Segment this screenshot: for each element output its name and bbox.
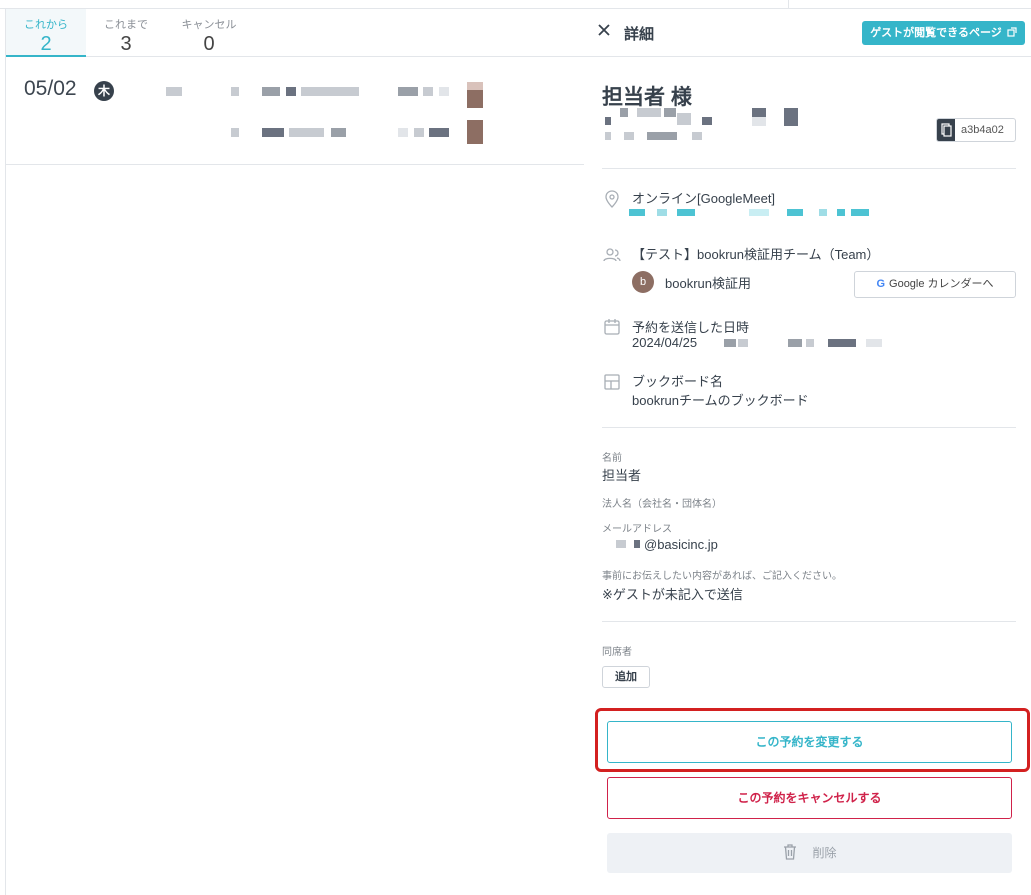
- delete-booking-button[interactable]: 削除: [607, 833, 1012, 873]
- message-value: ※ゲストが未記入で送信: [602, 587, 743, 602]
- change-booking-button[interactable]: この予約を変更する: [607, 721, 1012, 763]
- team-icon: [603, 248, 621, 262]
- tab-upcoming[interactable]: これから 2: [6, 9, 86, 57]
- guest-page-button-label: ゲストが閲覧できるページ: [870, 27, 1002, 39]
- weekday-badge: 木: [94, 81, 114, 101]
- add-attendee-button[interactable]: 追加: [602, 666, 650, 688]
- detail-title: 詳細: [624, 26, 655, 43]
- booking-id: a3b4a02: [961, 124, 1004, 136]
- obscured-reservation-details: [166, 82, 483, 144]
- obscured-email-user: [616, 540, 640, 548]
- tab-cancelled-count: 0: [203, 33, 215, 55]
- detail-header: 詳細 ゲストが閲覧できるページ: [584, 9, 1031, 57]
- copy-icon[interactable]: [937, 119, 955, 141]
- tab-past-label: これまで: [104, 19, 148, 31]
- divider: [602, 168, 1016, 169]
- company-label: 法人名（会社名・団体名）: [602, 499, 722, 510]
- name-label: 名前: [602, 453, 622, 464]
- google-calendar-button[interactable]: G Google カレンダーへ: [854, 271, 1016, 298]
- location-label: オンライン[GoogleMeet]: [632, 191, 776, 206]
- tab-past-count: 3: [120, 33, 132, 55]
- email-label: メールアドレス: [602, 524, 672, 535]
- message-label: 事前にお伝えしたい内容があれば、ご記入ください。: [602, 571, 842, 582]
- sent-label: 予約を送信した日時: [632, 320, 750, 335]
- obscured-guest-info: [605, 108, 798, 140]
- guest-page-button[interactable]: ゲストが閲覧できるページ: [862, 21, 1025, 45]
- board-icon: [604, 374, 620, 390]
- cancel-booking-button[interactable]: この予約をキャンセルする: [607, 777, 1012, 819]
- google-icon: G: [876, 278, 886, 290]
- team-label: 【テスト】bookrun検証用チーム（Team）: [632, 247, 880, 262]
- close-icon[interactable]: [596, 22, 612, 38]
- trash-icon: [784, 844, 797, 860]
- reservation-list-panel: これから 2 これまで 3 キャンセル 0 05/02 木: [5, 9, 585, 895]
- tab-past[interactable]: これまで 3: [86, 9, 166, 57]
- booking-id-copy[interactable]: a3b4a02: [936, 118, 1016, 142]
- top-strip: [0, 0, 1031, 9]
- google-calendar-button-label: Google カレンダーへ: [889, 278, 994, 290]
- divider: [602, 621, 1016, 622]
- sent-value: 2024/04/25: [632, 335, 698, 350]
- obscured-meeting-link: [629, 209, 869, 216]
- board-value: bookrunチームのブックボード: [632, 393, 809, 408]
- guest-name-title: 担当者 様: [602, 86, 692, 109]
- reservation-tabs: これから 2 これまで 3 キャンセル 0: [6, 9, 584, 57]
- tab-upcoming-label: これから: [24, 19, 68, 31]
- location-pin-icon: [605, 190, 619, 208]
- tab-upcoming-count: 2: [40, 33, 52, 55]
- avatar: b: [632, 271, 654, 293]
- external-link-icon: [1007, 27, 1017, 37]
- reservation-date: 05/02: [24, 77, 77, 100]
- tab-cancelled-label: キャンセル: [181, 19, 237, 31]
- top-separator: [788, 0, 789, 9]
- tab-cancelled[interactable]: キャンセル 0: [169, 9, 249, 57]
- name-value: 担当者: [602, 468, 642, 483]
- obscured-sent-time: [724, 339, 882, 347]
- board-label: ブックボード名: [632, 374, 724, 389]
- attendees-label: 同席者: [602, 647, 632, 658]
- app-root: これから 2 これまで 3 キャンセル 0 05/02 木 詳細 ゲストが閲覧で…: [0, 0, 1031, 895]
- delete-button-label: 削除: [812, 846, 837, 860]
- email-value: @basicinc.jp: [644, 537, 718, 552]
- member-name: bookrun検証用: [665, 276, 751, 291]
- detail-panel: 詳細 ゲストが閲覧できるページ 担当者 様 a3b4a02 オンライン[Goog…: [584, 9, 1031, 895]
- reservation-row[interactable]: 05/02 木: [6, 57, 584, 165]
- calendar-icon: [604, 319, 620, 335]
- divider: [602, 427, 1016, 428]
